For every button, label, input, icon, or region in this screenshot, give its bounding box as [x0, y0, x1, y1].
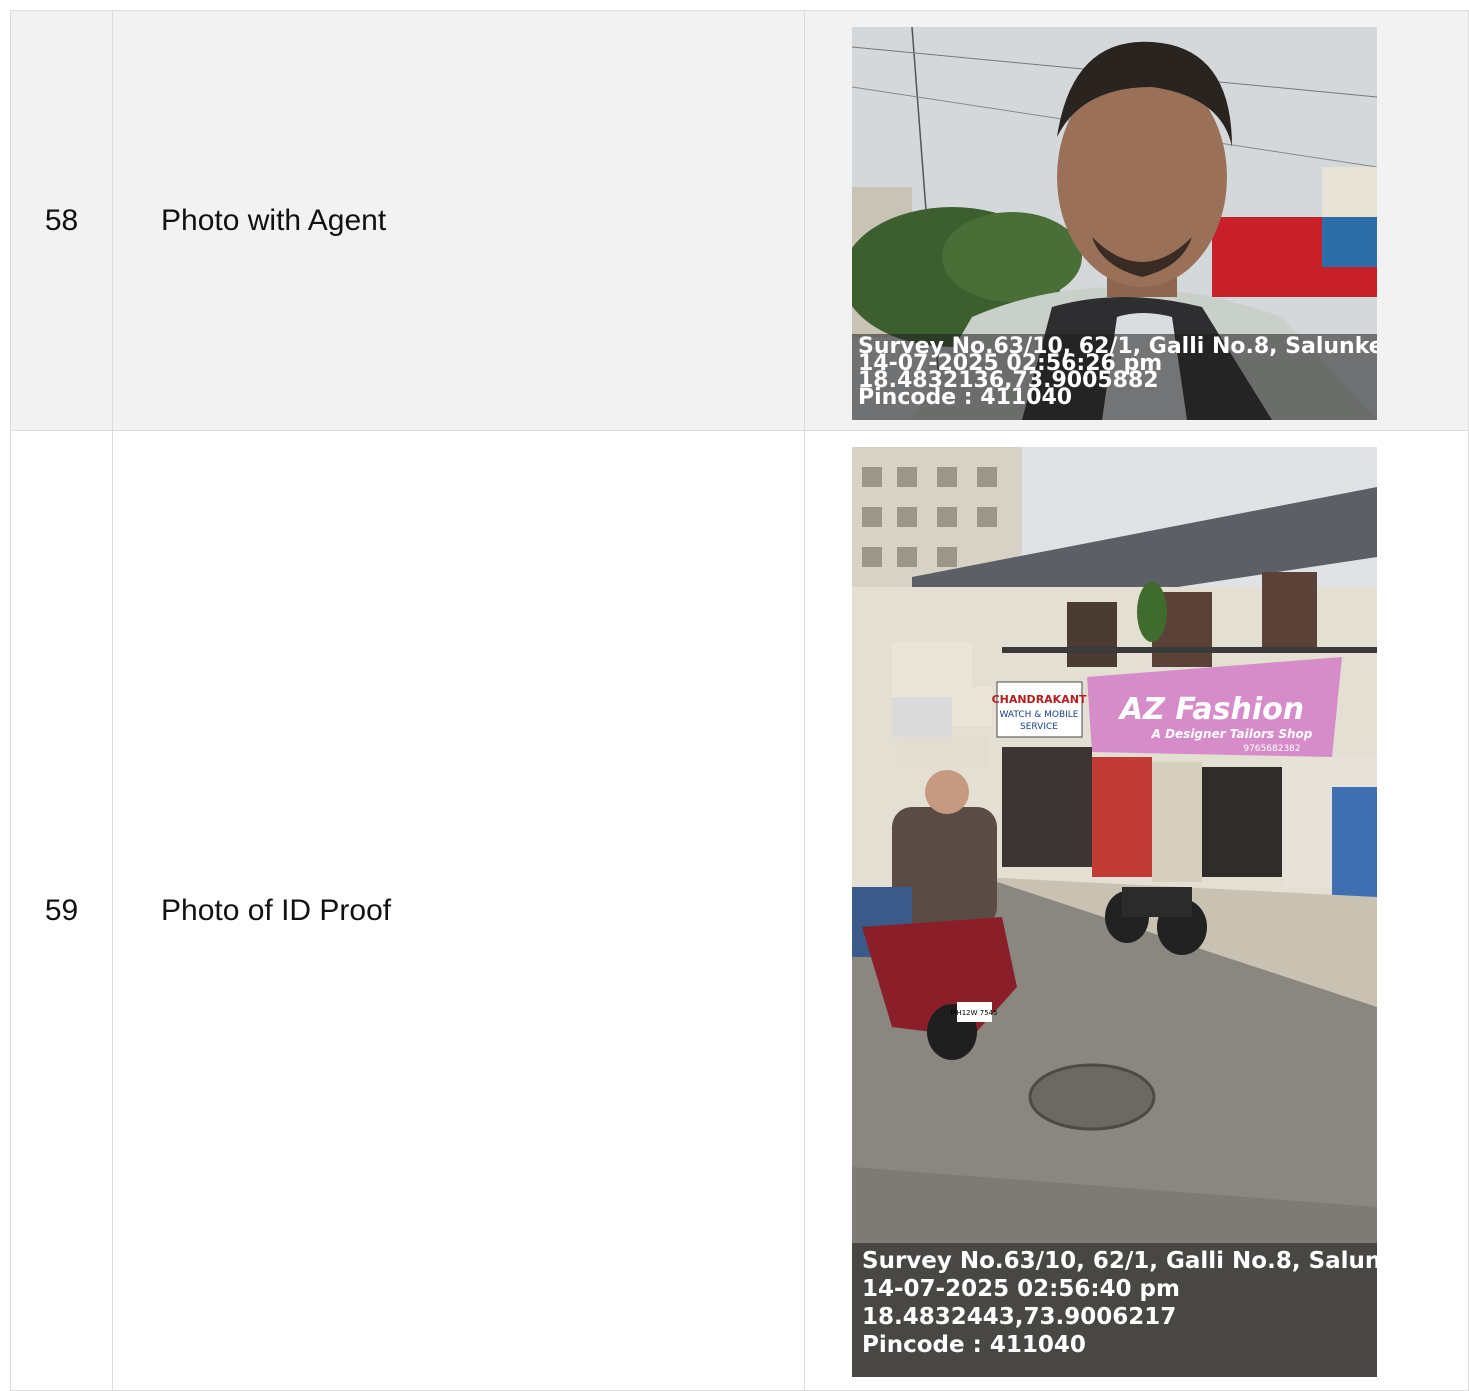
az-fashion-sign-subtitle: A Designer Tailors Shop [1151, 727, 1313, 741]
az-fashion-sign-phone: 9765682382 [1243, 744, 1300, 754]
az-fashion-sign-text: AZ Fashion [1118, 692, 1304, 727]
street-image: CHANDRAKANT WATCH & MOBILE SERVICE AZ Fa… [852, 447, 1377, 1377]
chandrakant-sign-sub: WATCH & MOBILE [999, 710, 1078, 720]
id-proof-photo[interactable]: CHANDRAKANT WATCH & MOBILE SERVICE AZ Fa… [852, 447, 1377, 1377]
photo-cell: CHANDRAKANT WATCH & MOBILE SERVICE AZ Fa… [804, 430, 1469, 1391]
overlay-timestamp: 14-07-2025 02:56:40 pm [862, 1276, 1180, 1302]
photo-geotag-overlay: Survey No.63/10, 62/1, Galli No.8, Salun… [852, 1243, 1377, 1377]
overlay-pincode: Pincode : 411040 [862, 1332, 1086, 1358]
number-plate-text: MH12W 7545 [950, 1009, 997, 1017]
row-number: 59 [10, 430, 113, 1391]
row-number: 58 [10, 10, 113, 431]
row-label: Photo with Agent [112, 10, 805, 431]
overlay-coordinates: 18.4832443,73.9006217 [862, 1304, 1177, 1330]
chandrakant-sign-text: CHANDRAKANT [992, 693, 1087, 706]
photo-cell: Survey No.63/10, 62/1, Galli No.8, Salun… [804, 10, 1469, 431]
overlay-address: Survey No.63/10, 62/1, Galli No.8, Salun… [862, 1248, 1377, 1274]
agent-selfie-photo[interactable]: Survey No.63/10, 62/1, Galli No.8, Salun… [852, 27, 1377, 420]
table-row: 58 Photo with Agent Survey No.63/10, 62/… [10, 10, 1469, 431]
table-row: 59 Photo of ID Proof CHANDRAKANT WATCH &… [10, 430, 1469, 1391]
photo-table: 58 Photo with Agent Survey No.63/10, 62/… [10, 10, 1469, 1391]
row-label: Photo of ID Proof [112, 430, 805, 1391]
photo-geotag-overlay: Survey No.63/10, 62/1, Galli No.8, Salun… [852, 334, 1377, 420]
chandrakant-sign-sub2: SERVICE [1020, 722, 1058, 732]
